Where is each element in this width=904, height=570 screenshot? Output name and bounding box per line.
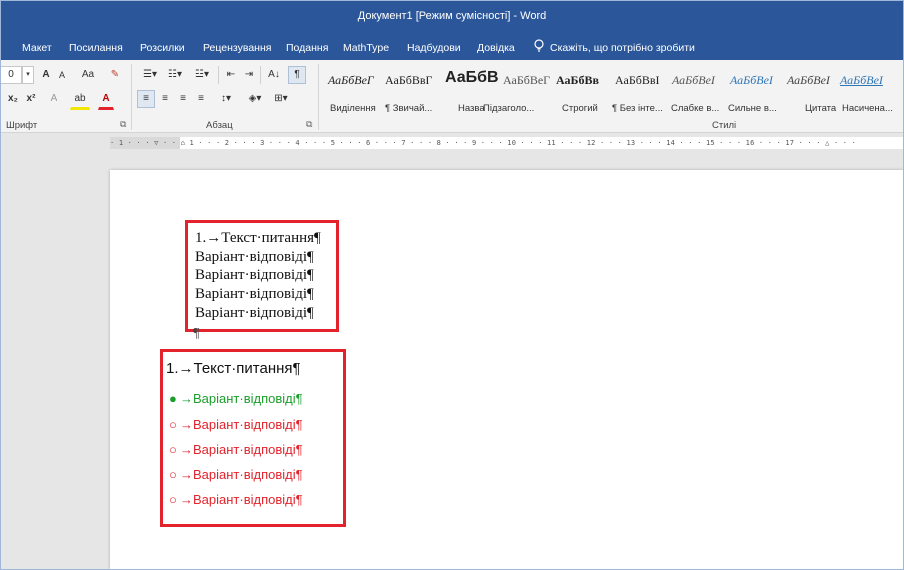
align-left-button[interactable]: ≡ [137,90,155,108]
font-size-dropdown[interactable]: ▾ [22,66,34,84]
answer-option[interactable]: Варіант·відповіді¶ [195,267,314,284]
style-preview[interactable]: АаБбВеГ [328,73,374,88]
group-separator [318,64,319,130]
style-preview[interactable]: АаБбВеІ [787,73,830,88]
word-window: Документ1 [Режим сумісності] - Word Маке… [0,0,904,570]
change-case-button[interactable]: Aa [75,66,101,84]
bullets-button[interactable]: ☰▾ [137,66,163,84]
ruler-scale: · 1 · · · ▽ · · ⌂ 1 · · · 2 · · · 3 · · … [110,139,857,147]
style-preview[interactable]: АаБбВвГ [385,73,432,88]
answer-option[interactable]: Варіант·відповіді¶ [195,286,314,303]
style-preview[interactable]: АаБбВеІ [840,73,883,88]
multilevel-list-button[interactable]: ☳▾ [188,66,216,84]
line-spacing-button[interactable]: ↕▾ [214,90,238,108]
justify-button[interactable]: ≡ [192,90,210,108]
wrong-answer-marker: ○ [169,492,177,507]
answer-option[interactable]: Варіант·відповіді¶ [195,249,314,266]
eraser-icon[interactable]: ✎ [106,66,124,84]
ribbon-tabs: Макет Посилання Розсилки Рецензування По… [0,34,904,60]
style-name-label[interactable]: Підзаголо... [483,103,534,114]
highlight-button[interactable]: ab [70,90,90,110]
style-preview[interactable]: АаБбВв [556,73,599,88]
lightbulb-icon[interactable] [533,39,545,53]
style-preview[interactable]: АаБбВеІ [672,73,715,88]
horizontal-ruler[interactable]: · 1 · · · ▽ · · ⌂ 1 · · · 2 · · · 3 · · … [0,133,904,153]
title-bar: Документ1 [Режим сумісності] - Word [0,0,904,34]
tab-mathtype[interactable]: MathType [343,42,389,54]
correct-answer-marker: ● [169,391,177,406]
style-preview[interactable]: АаБбВвІ [615,73,660,88]
style-preview[interactable]: АаБбВ [445,69,499,87]
style-name-label[interactable]: ¶ Звичай... [385,103,432,114]
style-name-label[interactable]: Строгий [562,103,598,114]
tab-help[interactable]: Довідка [477,42,515,54]
style-preview[interactable]: АаБбВеГ [503,73,550,88]
decrease-indent-button[interactable]: ⇤ [222,66,240,84]
wrong-answer-marker: ○ [169,417,177,432]
align-right-button[interactable]: ≡ [174,90,192,108]
ribbon-home: 0 ▾ A A Aa ✎ x₂ x² A ab A Шрифт ⧉ ☰▾ ☷▾ … [0,60,904,133]
borders-button[interactable]: ⊞▾ [268,90,294,108]
style-name-label[interactable]: Назва [458,103,485,114]
tab-references[interactable]: Посилання [69,42,123,54]
style-name-label[interactable]: Виділення [330,103,376,114]
text-effects-icon[interactable]: A [46,90,62,108]
separator [260,66,261,84]
separator [218,66,219,84]
sort-button[interactable]: A↓ [264,66,284,84]
style-name-label[interactable]: ¶ Без інте... [612,103,663,114]
tell-me-search[interactable]: Скажіть, що потрібно зробити [550,42,695,54]
wrong-answer-marker: ○ [169,467,177,482]
styles-group-label: Стилі [712,120,737,131]
wrong-answer-option[interactable]: →Варіант·відповіді¶ [180,492,303,507]
subscript-button[interactable]: x₂ [4,90,22,108]
empty-paragraph-mark: ¶ [193,326,200,341]
align-center-button[interactable]: ≡ [156,90,174,108]
show-marks-button[interactable]: ¶ [288,66,306,84]
tab-mailings[interactable]: Розсилки [140,42,185,54]
wrong-answer-option[interactable]: →Варіант·відповіді¶ [180,467,303,482]
font-dialog-launcher-icon[interactable]: ⧉ [120,120,126,130]
paragraph-group-label: Абзац [206,120,233,131]
style-preview[interactable]: АаБбВеІ [730,73,773,88]
wrong-answer-option[interactable]: →Варіант·відповіді¶ [180,442,303,457]
answer-option[interactable]: Варіант·відповіді¶ [195,305,314,322]
question-text[interactable]: 1.→Текст·питання¶ [195,230,321,247]
numbering-button[interactable]: ☷▾ [162,66,188,84]
increase-indent-button[interactable]: ⇥ [240,66,258,84]
paragraph-dialog-launcher-icon[interactable]: ⧉ [306,120,312,130]
wrong-answer-marker: ○ [169,442,177,457]
group-separator [131,64,132,130]
grow-font-button[interactable]: A [38,66,54,84]
tab-review[interactable]: Рецензування [203,42,271,54]
correct-answer-option[interactable]: →Варіант·відповіді¶ [180,391,303,406]
tab-view[interactable]: Подання [286,42,328,54]
style-name-label[interactable]: Слабке в... [671,103,719,114]
style-name-label[interactable]: Сильне в... [728,103,777,114]
superscript-button[interactable]: x² [22,90,40,108]
font-size-box[interactable]: 0 [0,66,22,84]
style-name-label[interactable]: Цитата [805,103,836,114]
font-color-button[interactable]: A [98,90,114,110]
shrink-font-button[interactable]: A [54,66,70,84]
shading-button[interactable]: ◈▾ [242,90,268,108]
wrong-answer-option[interactable]: →Варіант·відповіді¶ [180,417,303,432]
tab-addins[interactable]: Надбудови [407,42,461,54]
font-group-label: Шрифт [6,120,38,131]
style-name-label[interactable]: Насичена... [842,103,893,114]
window-title: Документ1 [Режим сумісності] - Word [357,10,547,22]
question-text[interactable]: 1.→Текст·питання¶ [166,360,301,377]
tab-layout[interactable]: Макет [22,42,52,54]
